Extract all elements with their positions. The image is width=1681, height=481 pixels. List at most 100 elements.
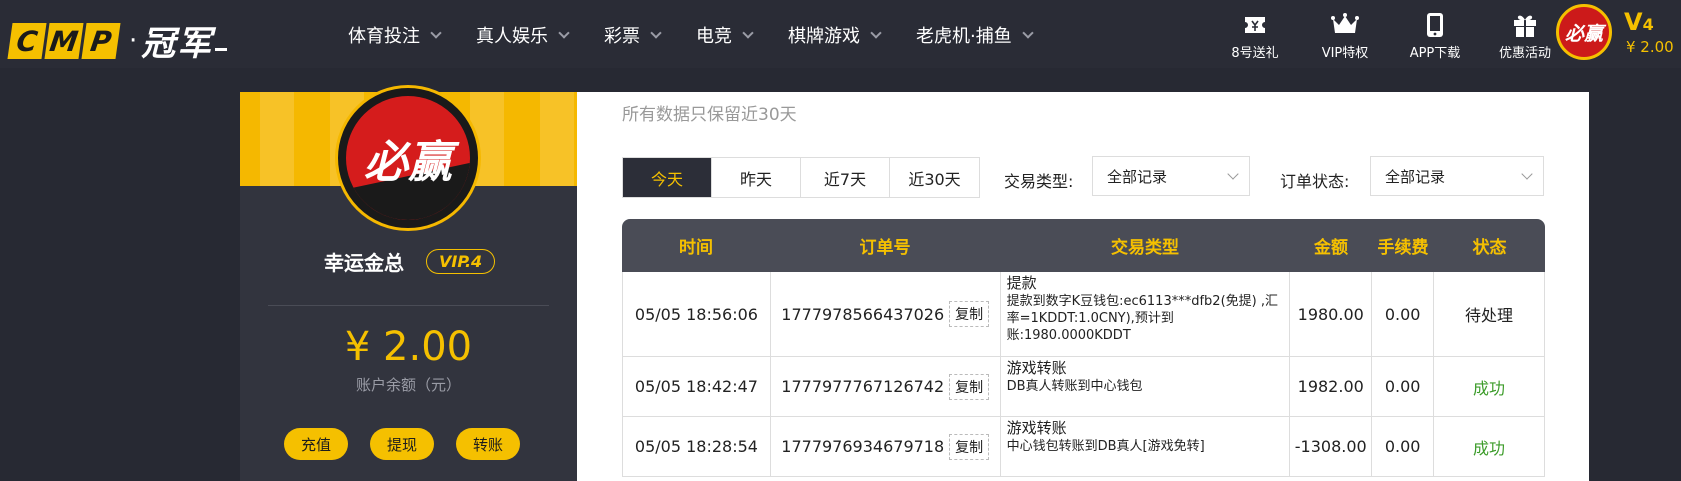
cell-amount: 1982.00: [1290, 357, 1373, 416]
avatar[interactable]: 必赢: [1556, 4, 1612, 60]
nav-lottery[interactable]: 彩票: [604, 22, 662, 48]
table-row: 05/05 18:28:54 1777976934679718 复制 游戏转账 中心…: [622, 417, 1545, 477]
column-header: 手续费: [1377, 238, 1429, 258]
cell-time: 05/05 18:56:06: [623, 272, 771, 356]
type-filter-select[interactable]: 全部记录: [1092, 156, 1250, 196]
tool-label: APP下载: [1409, 46, 1461, 61]
tool-label: VIP特权: [1321, 46, 1369, 61]
withdraw-button[interactable]: 提现: [370, 428, 434, 460]
nav-sports[interactable]: 体育投注: [348, 22, 442, 48]
nav-label: 彩票: [604, 26, 640, 47]
gift-icon: [1512, 12, 1538, 38]
chevron-down-icon: [1022, 26, 1034, 39]
cell-fee: 0.00: [1372, 272, 1435, 356]
chevron-down-icon: [742, 26, 754, 39]
cell-status: 待处理: [1434, 272, 1545, 356]
table-row: 05/05 18:56:06 1777978566437026 复制 提款提款到数…: [622, 272, 1545, 357]
top-navbar: C M P · 冠军 体育投注 真人娱乐 彩票 电竞 棋牌游戏 老虎机·捕鱼 8…: [0, 0, 1681, 68]
column-header: 状态: [1472, 238, 1507, 258]
avatar-text: 必赢: [364, 137, 452, 188]
transfer-button[interactable]: 转账: [456, 428, 520, 460]
deposit-button[interactable]: 充值: [284, 428, 348, 460]
banner-stripe: [540, 92, 574, 186]
date-range-tabs: 今天 昨天 近7天 近30天: [622, 157, 980, 198]
chevron-down-icon: [650, 26, 662, 39]
cell-type: 游戏转账中心钱包转账到DB真人[游戏免转]: [1001, 417, 1291, 476]
type-filter-label: 交易类型:: [1004, 172, 1074, 191]
nav-slots-fishing[interactable]: 老虎机·捕鱼: [916, 22, 1034, 48]
vip-level: 4: [1642, 15, 1654, 34]
status-filter-label: 订单状态:: [1280, 172, 1350, 191]
vip-level-badge[interactable]: V4: [1624, 8, 1654, 36]
tab-yesterday[interactable]: 昨天: [712, 158, 801, 197]
cell-order: 1777978566437026 复制: [771, 272, 1001, 356]
copy-button[interactable]: 复制: [949, 373, 990, 400]
chevron-down-icon: [870, 26, 882, 39]
tab-last-30-days[interactable]: 近30天: [890, 158, 979, 197]
main-nav: 体育投注 真人娱乐 彩票 电竞 棋牌游戏 老虎机·捕鱼: [348, 22, 1068, 48]
quick-tools: 8号送礼 VIP特权 APP下载 优惠活动: [1210, 12, 1570, 61]
column-header: 订单号: [859, 238, 911, 258]
type-title: 提款: [1006, 274, 1037, 292]
select-value: 全部记录: [1385, 167, 1446, 186]
nav-card-games[interactable]: 棋牌游戏: [788, 22, 882, 48]
cell-amount: 1980.00: [1290, 272, 1373, 356]
profile-panel: 必赢 幸运金总 VIP.4 ¥ 2.00 账户余额（元） 充值 提现 转账: [240, 88, 577, 481]
logo-letter: C: [7, 22, 47, 59]
chevron-down-icon: [1227, 168, 1239, 180]
account-balance: ¥ 2.00: [344, 324, 473, 370]
logo-text: 冠军: [141, 24, 214, 64]
header-balance: ¥ 2.00: [1626, 38, 1674, 56]
balance-label: 账户余额（元）: [355, 376, 461, 394]
tool-label: 8号送礼: [1231, 46, 1279, 61]
nav-label: 真人娱乐: [476, 26, 548, 47]
username: 幸运金总: [324, 251, 404, 275]
vip-letter: V: [1624, 8, 1643, 36]
transaction-records-panel: 所有数据只保留近30天 今天 昨天 近7天 近30天 交易类型: 全部记录 订单…: [577, 92, 1589, 481]
type-desc: 提款到数字K豆钱包:ec6113***dfb2(免提) ,汇率=1KDDT:1.…: [1006, 294, 1278, 343]
cell-order: 1777977767126742 复制: [771, 357, 1001, 416]
cell-status: 成功: [1434, 417, 1545, 476]
type-desc: 中心钱包转账到DB真人[游戏免转]: [1006, 439, 1205, 454]
site-logo[interactable]: C M P · 冠军: [7, 16, 228, 65]
retention-note: 所有数据只保留近30天: [622, 105, 797, 125]
select-value: 全部记录: [1107, 167, 1168, 186]
ticket-icon: [1243, 12, 1267, 38]
tab-last-7-days[interactable]: 近7天: [801, 158, 890, 197]
copy-button[interactable]: 复制: [949, 301, 990, 327]
cell-fee: 0.00: [1372, 417, 1435, 476]
cell-type: 游戏转账 DB真人转账到中心钱包: [1001, 357, 1291, 416]
avatar-text: 必赢: [1564, 22, 1603, 45]
divider: [268, 305, 549, 306]
copy-button[interactable]: 复制: [949, 433, 990, 460]
banner-stripe: [260, 92, 294, 186]
chevron-down-icon: [430, 26, 442, 39]
type-desc: DB真人转账到中心钱包: [1006, 379, 1143, 394]
logo-dash: [215, 48, 228, 51]
tool-vip[interactable]: VIP特权: [1300, 12, 1390, 61]
nav-label: 棋牌游戏: [788, 26, 860, 47]
order-number: 1777977767126742: [781, 377, 945, 396]
column-header: 金额: [1314, 238, 1348, 258]
tool-app-download[interactable]: APP下载: [1390, 12, 1480, 61]
status-filter-select[interactable]: 全部记录: [1370, 156, 1544, 196]
logo-letter: M: [44, 22, 84, 59]
phone-icon: [1426, 12, 1444, 38]
chevron-down-icon: [558, 26, 570, 39]
type-title: 游戏转账: [1006, 419, 1067, 437]
order-number: 1777978566437026: [781, 304, 945, 324]
tab-today[interactable]: 今天: [623, 158, 712, 197]
cell-amount: -1308.00: [1290, 417, 1373, 476]
nav-label: 老虎机·捕鱼: [916, 26, 1012, 47]
cell-type: 提款提款到数字K豆钱包:ec6113***dfb2(免提) ,汇率=1KDDT:…: [1001, 272, 1291, 356]
nav-esports[interactable]: 电竞: [696, 22, 754, 48]
profile-avatar[interactable]: 必赢: [338, 88, 478, 228]
table-row: 05/05 18:42:47 1777977767126742 复制 游戏转账 DB…: [622, 357, 1545, 417]
nav-label: 体育投注: [348, 26, 420, 47]
cell-time: 05/05 18:28:54: [623, 417, 771, 476]
chevron-down-icon: [1521, 168, 1533, 180]
table-header: 时间 订单号 交易类型 金额 手续费 状态: [622, 219, 1545, 272]
tool-gift-8[interactable]: 8号送礼: [1210, 12, 1300, 61]
nav-live-casino[interactable]: 真人娱乐: [476, 22, 570, 48]
logo-dot: ·: [129, 25, 138, 56]
